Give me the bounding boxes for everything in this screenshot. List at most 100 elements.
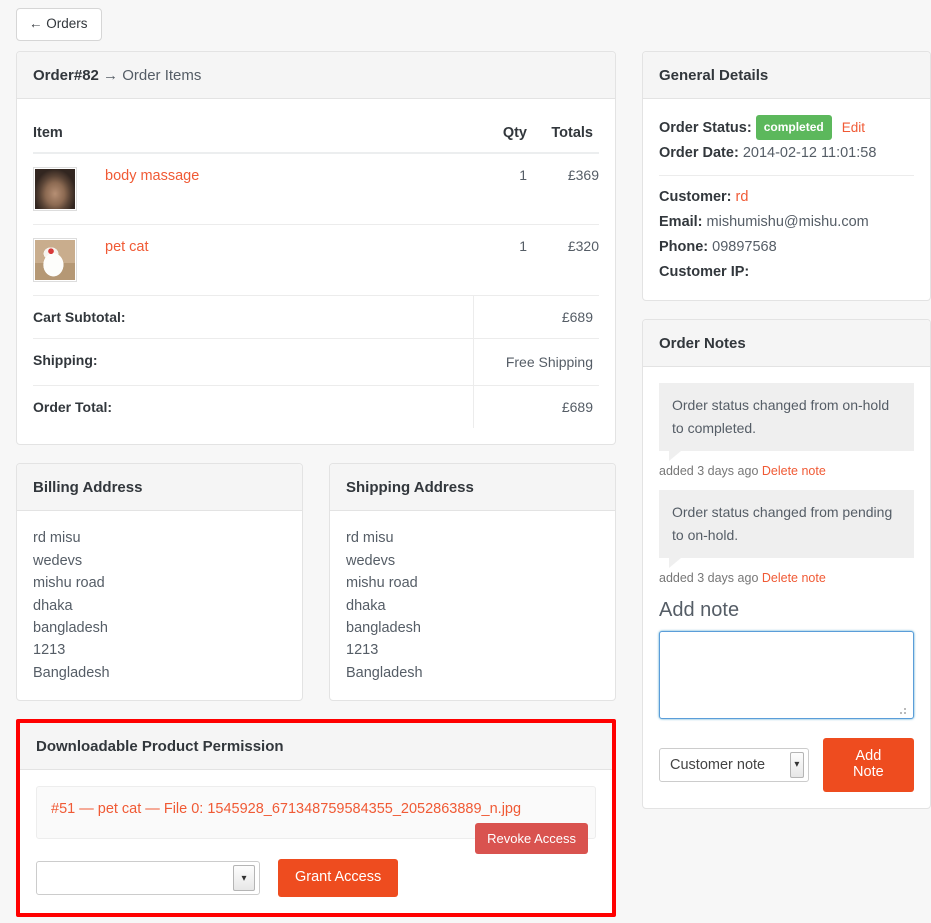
back-bar: ← Orders	[8, 8, 923, 51]
address-line: rd misu	[346, 530, 394, 547]
status-badge: completed	[755, 114, 832, 141]
downloadable-permission-title: Downloadable Product Permission	[20, 723, 612, 771]
shipping-address-lines: rd misu wedevs mishu road dhaka banglade…	[346, 527, 599, 684]
address-line: 1213	[33, 642, 66, 659]
address-line: 1213	[346, 642, 379, 659]
permission-file-text: #51 — pet cat — File 0: 1545928_67134875…	[51, 801, 522, 818]
product-thumbnail-pet-cat	[33, 237, 77, 282]
add-note-controls: Customer note ▾ Add Note	[659, 738, 914, 792]
order-detail-page: ← Orders Order#82 → Order Items Item Qty…	[0, 0, 931, 918]
divider	[659, 174, 914, 176]
downloadable-file-select-value	[37, 862, 231, 894]
order-number: Order#82	[33, 66, 99, 84]
order-items-header: Order#82 → Order Items	[17, 51, 615, 99]
note-added-time: added 3 days ago	[659, 571, 759, 586]
order-notes-title: Order Notes	[643, 320, 930, 368]
note-added-time: added 3 days ago	[659, 464, 759, 479]
content-columns: Order#82 → Order Items Item Qty Totals b…	[8, 50, 931, 923]
shipping-address-body: rd misu wedevs mishu road dhaka banglade…	[330, 511, 615, 700]
email-value: mishumishu@mishu.com	[706, 213, 869, 230]
product-link-pet-cat[interactable]: pet cat	[105, 239, 149, 255]
list-item: Order status changed from on-hold to com…	[659, 383, 914, 488]
address-line: dhaka	[346, 597, 386, 614]
item-total: £320	[527, 223, 599, 296]
shipping-value: Free Shipping	[472, 337, 599, 386]
item-thumbnail-cell	[33, 223, 105, 296]
shipping-row: Shipping: Free Shipping	[33, 337, 599, 386]
note-text: Order status changed from pending to on-…	[659, 490, 914, 568]
add-note-button[interactable]: Add Note	[822, 738, 914, 792]
order-date-value: 2014-02-12 11:01:58	[742, 144, 877, 161]
order-status-line: Order Status: completed Edit	[659, 114, 914, 141]
list-item: Order status changed from pending to on-…	[659, 490, 914, 595]
item-total: £369	[567, 166, 599, 183]
column-header-totals: Totals	[527, 114, 599, 154]
phone-line: Phone: 09897568	[659, 235, 914, 260]
order-items-table: Item Qty Totals body massage 1 £369 pet …	[33, 114, 599, 429]
cart-subtotal-row: Cart Subtotal: £689	[33, 294, 599, 339]
permission-controls: ▾ Grant Access	[36, 859, 596, 898]
add-note-heading: Add note	[659, 599, 740, 622]
customer-link[interactable]: rd	[736, 189, 749, 205]
right-column: General Details Order Status: completed …	[642, 50, 931, 827]
address-line: Bangladesh	[33, 664, 110, 681]
item-name-cell: pet cat	[105, 223, 473, 296]
column-header-item: Item	[33, 114, 473, 154]
billing-address-title: Billing Address	[17, 464, 302, 512]
email-label: Email:	[659, 213, 703, 230]
billing-address-lines: rd misu wedevs mishu road dhaka banglade…	[33, 527, 286, 684]
note-meta: added 3 days ago Delete note	[659, 558, 914, 595]
add-note-textarea-wrap	[659, 631, 914, 724]
order-total-value: £689	[472, 385, 599, 429]
delete-note-link[interactable]: Delete note	[762, 571, 826, 585]
cart-subtotal-value: £689	[472, 294, 599, 339]
address-line: bangladesh	[33, 620, 108, 637]
order-date-label: Order Date:	[659, 144, 739, 161]
revoke-access-button[interactable]: Revoke Access	[475, 823, 588, 855]
phone-value: 09897568	[712, 238, 777, 255]
note-type-select[interactable]: Customer note ▾	[659, 747, 809, 782]
item-name-cell: body massage	[105, 153, 473, 225]
address-line: rd misu	[33, 530, 81, 547]
address-line: wedevs	[33, 552, 83, 569]
order-items-panel: Order#82 → Order Items Item Qty Totals b…	[16, 50, 616, 446]
order-items-header-row: Item Qty Totals	[33, 114, 599, 154]
delete-note-link[interactable]: Delete note	[762, 464, 826, 478]
order-status-label: Order Status:	[659, 119, 752, 136]
chevron-down-icon: ▾	[790, 751, 804, 778]
customer-ip-line: Customer IP:	[659, 260, 914, 285]
note-type-select-value: Customer note	[670, 756, 766, 773]
billing-address-body: rd misu wedevs mishu road dhaka banglade…	[17, 511, 302, 700]
grant-access-button[interactable]: Grant Access	[278, 859, 399, 898]
column-header-qty: Qty	[473, 114, 527, 154]
shipping-label: Shipping:	[33, 337, 473, 386]
edit-status-link[interactable]: Edit	[842, 120, 865, 135]
customer-label: Customer:	[659, 188, 732, 205]
permission-row: #51 — pet cat — File 0: 1545928_67134875…	[36, 786, 596, 855]
downloadable-permission-panel: Downloadable Product Permission #51 — pe…	[20, 723, 612, 914]
general-details-panel: General Details Order Status: completed …	[642, 50, 931, 302]
back-to-orders-button[interactable]: ← Orders	[16, 8, 102, 41]
general-details-title: General Details	[643, 51, 930, 99]
order-items-body: Item Qty Totals body massage 1 £369 pet …	[17, 99, 615, 444]
downloadable-file-select[interactable]: ▾	[36, 861, 260, 896]
billing-address-panel: Billing Address rd misu wedevs mishu roa…	[16, 463, 303, 702]
item-qty: 1	[473, 223, 527, 296]
order-notes-body: Order status changed from on-hold to com…	[643, 367, 930, 807]
addresses-row: Billing Address rd misu wedevs mishu roa…	[16, 463, 616, 719]
general-details-body: Order Status: completed Edit Order Date:…	[643, 99, 930, 301]
order-date-line: Order Date: 2014-02-12 11:01:58	[659, 141, 914, 166]
note-meta: added 3 days ago Delete note	[659, 451, 914, 488]
address-line: wedevs	[346, 552, 396, 569]
address-line: dhaka	[33, 597, 73, 614]
product-link-body-massage[interactable]: body massage	[105, 168, 199, 184]
table-row: pet cat 1 £320	[33, 223, 599, 296]
order-total-label: Order Total:	[33, 385, 473, 429]
item-qty: 1	[519, 166, 527, 183]
chevron-down-icon: ▾	[233, 865, 255, 892]
add-note-textarea[interactable]	[659, 631, 914, 720]
shipping-address-panel: Shipping Address rd misu wedevs mishu ro…	[329, 463, 616, 702]
address-line: bangladesh	[346, 620, 421, 637]
table-row: body massage 1 £369	[33, 153, 599, 225]
customer-line: Customer: rd	[659, 185, 914, 210]
